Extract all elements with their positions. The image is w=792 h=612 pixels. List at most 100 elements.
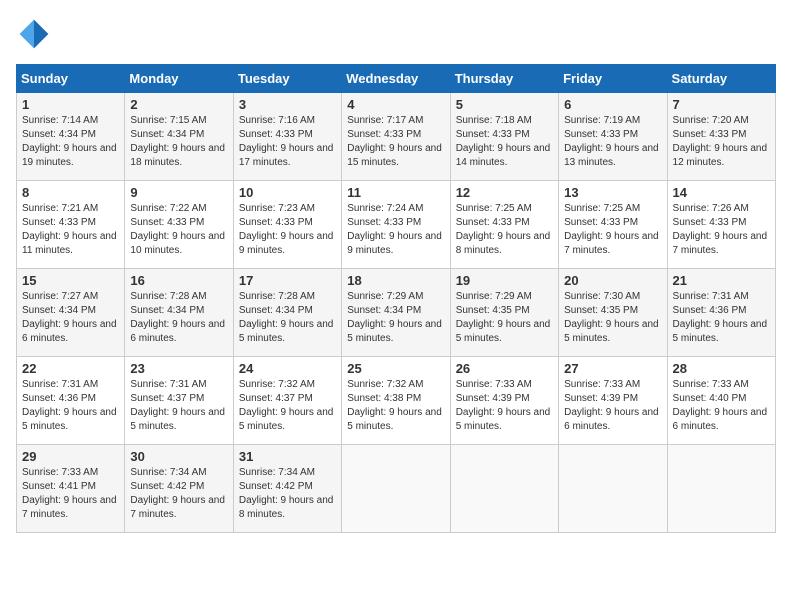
day-info: Sunrise: 7:31 AMSunset: 4:36 PMDaylight:… (22, 378, 119, 434)
day-number: 4 (347, 97, 444, 112)
day-number: 19 (456, 273, 553, 288)
calendar-week-row: 29Sunrise: 7:33 AMSunset: 4:41 PMDayligh… (17, 445, 776, 533)
day-number: 11 (347, 185, 444, 200)
day-number: 22 (22, 361, 119, 376)
day-number: 27 (564, 361, 661, 376)
table-row: 4 Sunrise: 7:17 AMSunset: 4:33 PMDaylight… (342, 93, 450, 181)
calendar-week-row: 1 Sunrise: 7:14 AMSunset: 4:34 PMDaylight… (17, 93, 776, 181)
table-row: 27 Sunrise: 7:33 AMSunset: 4:39 PMDayligh… (559, 357, 667, 445)
day-info: Sunrise: 7:20 AMSunset: 4:33 PMDaylight:… (673, 114, 770, 170)
day-number: 18 (347, 273, 444, 288)
day-number: 15 (22, 273, 119, 288)
table-row: 1 Sunrise: 7:14 AMSunset: 4:34 PMDaylight… (17, 93, 125, 181)
day-number: 1 (22, 97, 119, 112)
table-row: 18 Sunrise: 7:29 AMSunset: 4:34 PMDayligh… (342, 269, 450, 357)
page-header (16, 16, 776, 52)
day-number: 3 (239, 97, 336, 112)
weekday-header-thursday: Thursday (450, 65, 558, 93)
table-row: 10 Sunrise: 7:23 AMSunset: 4:33 PMDayligh… (233, 181, 341, 269)
table-row: 16Sunrise: 7:28 AMSunset: 4:34 PMDayligh… (125, 269, 233, 357)
table-row: 29Sunrise: 7:33 AMSunset: 4:41 PMDayligh… (17, 445, 125, 533)
day-info: Sunrise: 7:32 AMSunset: 4:38 PMDaylight:… (347, 378, 444, 434)
weekday-header-row: SundayMondayTuesdayWednesdayThursdayFrid… (17, 65, 776, 93)
day-number: 31 (239, 449, 336, 464)
day-number: 12 (456, 185, 553, 200)
day-info: Sunrise: 7:17 AMSunset: 4:33 PMDaylight:… (347, 114, 444, 170)
day-info: Sunrise: 7:34 AMSunset: 4:42 PMDaylight:… (130, 466, 227, 522)
table-row: 15 Sunrise: 7:27 AMSunset: 4:34 PMDayligh… (17, 269, 125, 357)
calendar-table: SundayMondayTuesdayWednesdayThursdayFrid… (16, 64, 776, 533)
day-number: 29 (22, 449, 119, 464)
table-row (559, 445, 667, 533)
day-info: Sunrise: 7:29 AMSunset: 4:35 PMDaylight:… (456, 290, 553, 346)
day-info: Sunrise: 7:28 AMSunset: 4:34 PMDaylight:… (239, 290, 336, 346)
weekday-header-sunday: Sunday (17, 65, 125, 93)
day-info: Sunrise: 7:18 AMSunset: 4:33 PMDaylight:… (456, 114, 553, 170)
day-number: 20 (564, 273, 661, 288)
table-row: 24 Sunrise: 7:32 AMSunset: 4:37 PMDayligh… (233, 357, 341, 445)
table-row (342, 445, 450, 533)
table-row: 5 Sunrise: 7:18 AMSunset: 4:33 PMDaylight… (450, 93, 558, 181)
table-row: 9 Sunrise: 7:22 AMSunset: 4:33 PMDaylight… (125, 181, 233, 269)
table-row: 17 Sunrise: 7:28 AMSunset: 4:34 PMDayligh… (233, 269, 341, 357)
day-number: 7 (673, 97, 770, 112)
day-number: 26 (456, 361, 553, 376)
day-number: 17 (239, 273, 336, 288)
day-number: 10 (239, 185, 336, 200)
day-number: 2 (130, 97, 227, 112)
table-row: 19 Sunrise: 7:29 AMSunset: 4:35 PMDayligh… (450, 269, 558, 357)
table-row: 6Sunrise: 7:19 AMSunset: 4:33 PMDaylight… (559, 93, 667, 181)
logo (16, 16, 56, 52)
table-row: 25 Sunrise: 7:32 AMSunset: 4:38 PMDayligh… (342, 357, 450, 445)
day-number: 13 (564, 185, 661, 200)
table-row (667, 445, 775, 533)
weekday-header-tuesday: Tuesday (233, 65, 341, 93)
day-number: 24 (239, 361, 336, 376)
day-number: 14 (673, 185, 770, 200)
table-row: 22 Sunrise: 7:31 AMSunset: 4:36 PMDayligh… (17, 357, 125, 445)
day-info: Sunrise: 7:33 AMSunset: 4:39 PMDaylight:… (456, 378, 553, 434)
table-row (450, 445, 558, 533)
table-row: 20 Sunrise: 7:30 AMSunset: 4:35 PMDayligh… (559, 269, 667, 357)
table-row: 28 Sunrise: 7:33 AMSunset: 4:40 PMDayligh… (667, 357, 775, 445)
day-info: Sunrise: 7:15 AMSunset: 4:34 PMDaylight:… (130, 114, 227, 170)
table-row: 23Sunrise: 7:31 AMSunset: 4:37 PMDayligh… (125, 357, 233, 445)
day-info: Sunrise: 7:28 AMSunset: 4:34 PMDaylight:… (130, 290, 227, 346)
table-row: 3 Sunrise: 7:16 AMSunset: 4:33 PMDaylight… (233, 93, 341, 181)
day-info: Sunrise: 7:34 AMSunset: 4:42 PMDaylight:… (239, 466, 336, 522)
table-row: 13 Sunrise: 7:25 AMSunset: 4:33 PMDayligh… (559, 181, 667, 269)
day-number: 5 (456, 97, 553, 112)
day-number: 21 (673, 273, 770, 288)
day-info: Sunrise: 7:33 AMSunset: 4:40 PMDaylight:… (673, 378, 770, 434)
table-row: 11 Sunrise: 7:24 AMSunset: 4:33 PMDayligh… (342, 181, 450, 269)
table-row: 7 Sunrise: 7:20 AMSunset: 4:33 PMDaylight… (667, 93, 775, 181)
day-info: Sunrise: 7:30 AMSunset: 4:35 PMDaylight:… (564, 290, 661, 346)
day-number: 25 (347, 361, 444, 376)
day-info: Sunrise: 7:23 AMSunset: 4:33 PMDaylight:… (239, 202, 336, 258)
day-info: Sunrise: 7:25 AMSunset: 4:33 PMDaylight:… (564, 202, 661, 258)
day-info: Sunrise: 7:21 AMSunset: 4:33 PMDaylight:… (22, 202, 119, 258)
day-info: Sunrise: 7:16 AMSunset: 4:33 PMDaylight:… (239, 114, 336, 170)
day-number: 9 (130, 185, 227, 200)
table-row: 2 Sunrise: 7:15 AMSunset: 4:34 PMDaylight… (125, 93, 233, 181)
weekday-header-friday: Friday (559, 65, 667, 93)
day-number: 23 (130, 361, 227, 376)
day-info: Sunrise: 7:33 AMSunset: 4:39 PMDaylight:… (564, 378, 661, 434)
day-info: Sunrise: 7:26 AMSunset: 4:33 PMDaylight:… (673, 202, 770, 258)
day-info: Sunrise: 7:14 AMSunset: 4:34 PMDaylight:… (22, 114, 119, 170)
day-info: Sunrise: 7:31 AMSunset: 4:36 PMDaylight:… (673, 290, 770, 346)
table-row: 12 Sunrise: 7:25 AMSunset: 4:33 PMDayligh… (450, 181, 558, 269)
day-info: Sunrise: 7:22 AMSunset: 4:33 PMDaylight:… (130, 202, 227, 258)
day-number: 28 (673, 361, 770, 376)
day-info: Sunrise: 7:29 AMSunset: 4:34 PMDaylight:… (347, 290, 444, 346)
day-info: Sunrise: 7:32 AMSunset: 4:37 PMDaylight:… (239, 378, 336, 434)
day-info: Sunrise: 7:25 AMSunset: 4:33 PMDaylight:… (456, 202, 553, 258)
table-row: 30 Sunrise: 7:34 AMSunset: 4:42 PMDayligh… (125, 445, 233, 533)
day-info: Sunrise: 7:27 AMSunset: 4:34 PMDaylight:… (22, 290, 119, 346)
day-number: 30 (130, 449, 227, 464)
table-row: 31 Sunrise: 7:34 AMSunset: 4:42 PMDayligh… (233, 445, 341, 533)
calendar-week-row: 15 Sunrise: 7:27 AMSunset: 4:34 PMDayligh… (17, 269, 776, 357)
calendar-week-row: 8Sunrise: 7:21 AMSunset: 4:33 PMDaylight… (17, 181, 776, 269)
table-row: 26 Sunrise: 7:33 AMSunset: 4:39 PMDayligh… (450, 357, 558, 445)
day-info: Sunrise: 7:24 AMSunset: 4:33 PMDaylight:… (347, 202, 444, 258)
